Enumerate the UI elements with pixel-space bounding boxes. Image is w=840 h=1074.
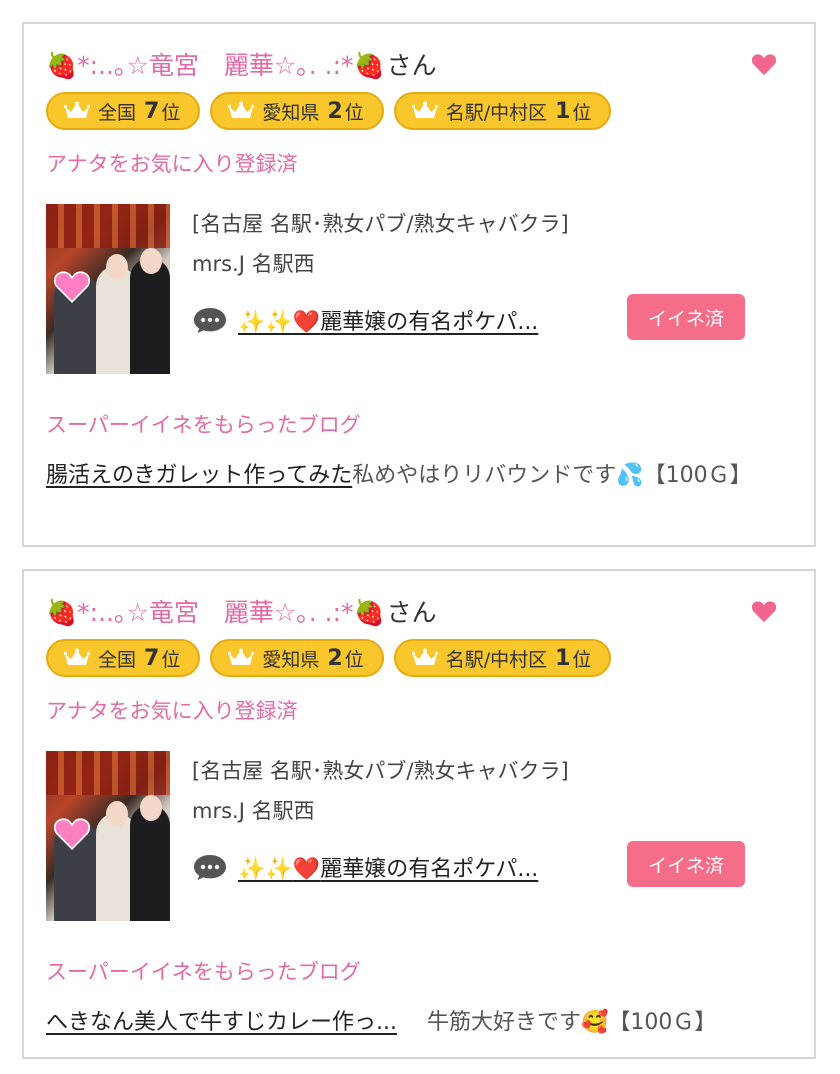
crown-icon bbox=[228, 101, 255, 118]
ranking-badge-area: 名駅/中村区 1 位 bbox=[393, 639, 612, 677]
ranking-badge-national: 全国 7 位 bbox=[46, 639, 201, 677]
cast-name[interactable]: 🍓*:..｡☆竜宮 麗華☆｡. .:*🍓 bbox=[46, 46, 385, 82]
sparkle-emoji: ✨✨ bbox=[238, 857, 293, 882]
ranking-number: 7 bbox=[144, 645, 160, 671]
blog-title-text: 麗華嬢の有名ポケパ... bbox=[320, 310, 539, 335]
ranking-area: 全国 bbox=[98, 101, 137, 124]
cast-photo[interactable] bbox=[46, 204, 170, 374]
crown-icon bbox=[64, 648, 90, 665]
ranking-suffix: 位 bbox=[161, 101, 181, 124]
iine-button[interactable]: イイネ済 bbox=[627, 841, 745, 887]
cast-card[interactable]: 🍓*:..｡☆竜宮 麗華☆｡. .:*🍓 さん 全国 7 位 愛知県 2 位 名… bbox=[22, 569, 816, 1059]
heart-sticker bbox=[53, 271, 91, 304]
super-blog-link[interactable]: へきなん美人で牛すじカレー作っ... bbox=[46, 1010, 397, 1035]
super-blog-comment: 私めやはりリバウンドです💦【100Ｇ】 bbox=[352, 463, 752, 488]
ranking-suffix: 位 bbox=[344, 101, 364, 124]
speech-bubble-icon bbox=[194, 855, 226, 880]
heart-sticker bbox=[53, 818, 91, 851]
ranking-badge-national: 全国 7 位 bbox=[46, 92, 201, 130]
cast-name-row[interactable]: 🍓*:..｡☆竜宮 麗華☆｡. .:*🍓 さん bbox=[46, 593, 437, 629]
cast-name[interactable]: 🍓*:..｡☆竜宮 麗華☆｡. .:*🍓 bbox=[46, 593, 385, 629]
heart-icon[interactable] bbox=[750, 50, 778, 78]
cast-name-row[interactable]: 🍓*:..｡☆竜宮 麗華☆｡. .:*🍓 さん bbox=[46, 46, 437, 82]
shop-category: [名古屋 名駅･熟女パブ/熟女キャバクラ] bbox=[192, 212, 569, 236]
heart-emoji: ❤️ bbox=[292, 310, 321, 335]
ranking-badges: 全国 7 位 愛知県 2 位 名駅/中村区 1 位 bbox=[46, 639, 612, 677]
heart-icon[interactable] bbox=[750, 597, 778, 625]
speech-bubble-icon bbox=[194, 308, 226, 333]
crown-icon bbox=[411, 648, 438, 665]
ranking-area: 名駅/中村区 bbox=[445, 101, 548, 124]
ranking-area: 全国 bbox=[98, 648, 137, 671]
sparkle-emoji: ✨✨ bbox=[238, 310, 293, 335]
favorite-status: アナタをお気に入り登録済 bbox=[46, 699, 298, 723]
super-blog-link[interactable]: 腸活えのきガレット作ってみた bbox=[46, 463, 352, 488]
favorite-status: アナタをお気に入り登録済 bbox=[46, 152, 298, 176]
blog-title-link[interactable]: ✨✨❤️麗華嬢の有名ポケパ... bbox=[238, 304, 538, 336]
ranking-number: 1 bbox=[555, 98, 571, 124]
ranking-badge-prefecture: 愛知県 2 位 bbox=[210, 639, 384, 677]
ranking-suffix: 位 bbox=[344, 648, 364, 671]
latest-blog[interactable]: ✨✨❤️麗華嬢の有名ポケパ... bbox=[192, 304, 538, 336]
ranking-number: 7 bbox=[144, 98, 160, 124]
ranking-area: 愛知県 bbox=[262, 101, 320, 124]
super-iine-label: スーパーイイネをもらったブログ bbox=[46, 413, 361, 437]
super-iine-label: スーパーイイネをもらったブログ bbox=[46, 960, 361, 984]
crown-icon bbox=[411, 101, 438, 118]
heart-emoji: ❤️ bbox=[292, 857, 321, 882]
ranking-area: 愛知県 bbox=[262, 648, 320, 671]
crown-icon bbox=[228, 648, 255, 665]
ranking-badge-prefecture: 愛知県 2 位 bbox=[210, 92, 384, 130]
store-name[interactable]: mrs.J 名駅西 bbox=[192, 795, 315, 825]
crown-icon bbox=[64, 101, 90, 118]
ranking-suffix: 位 bbox=[161, 648, 181, 671]
ranking-badges: 全国 7 位 愛知県 2 位 名駅/中村区 1 位 bbox=[46, 92, 612, 130]
super-iine-blog: 腸活えのきガレット作ってみた私めやはりリバウンドです💦【100Ｇ】 bbox=[46, 458, 791, 494]
ranking-badge-area: 名駅/中村区 1 位 bbox=[393, 92, 612, 130]
ranking-area: 名駅/中村区 bbox=[445, 648, 548, 671]
blog-title-text: 麗華嬢の有名ポケパ... bbox=[320, 857, 539, 882]
honorific: さん bbox=[386, 598, 437, 627]
iine-button[interactable]: イイネ済 bbox=[627, 294, 745, 340]
super-blog-comment: 牛筋大好きです🥰【100Ｇ】 bbox=[426, 1010, 717, 1035]
cast-card[interactable]: 🍓*:..｡☆竜宮 麗華☆｡. .:*🍓 さん 全国 7 位 愛知県 2 位 名… bbox=[22, 22, 816, 547]
shop-category: [名古屋 名駅･熟女パブ/熟女キャバクラ] bbox=[192, 759, 569, 783]
latest-blog[interactable]: ✨✨❤️麗華嬢の有名ポケパ... bbox=[192, 851, 538, 883]
ranking-suffix: 位 bbox=[572, 101, 592, 124]
ranking-suffix: 位 bbox=[572, 648, 592, 671]
store-name[interactable]: mrs.J 名駅西 bbox=[192, 248, 315, 278]
ranking-number: 2 bbox=[327, 645, 343, 671]
cast-photo[interactable] bbox=[46, 751, 170, 921]
ranking-number: 2 bbox=[327, 98, 343, 124]
super-iine-blog: へきなん美人で牛すじカレー作っ... 牛筋大好きです🥰【100Ｇ】 bbox=[46, 1005, 791, 1041]
ranking-number: 1 bbox=[555, 645, 571, 671]
blog-title-link[interactable]: ✨✨❤️麗華嬢の有名ポケパ... bbox=[238, 851, 538, 883]
honorific: さん bbox=[386, 51, 437, 80]
